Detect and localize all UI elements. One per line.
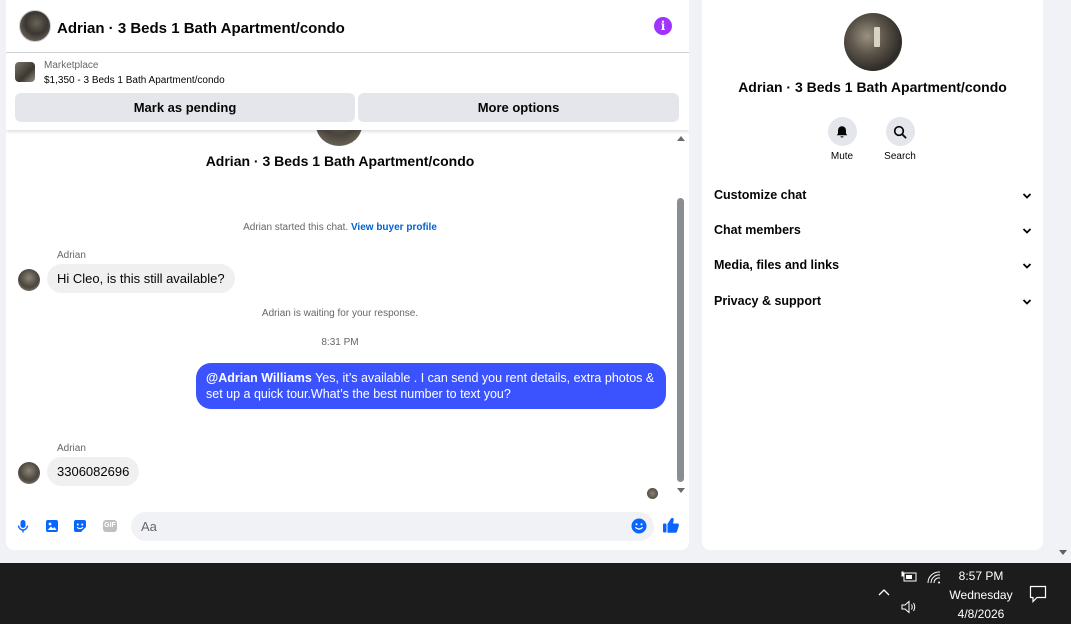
- scroll-up-arrow[interactable]: [677, 136, 685, 141]
- mark-as-pending-button[interactable]: Mark as pending: [15, 93, 355, 122]
- contact-avatar[interactable]: [19, 10, 51, 42]
- sender-name: Adrian: [57, 443, 86, 454]
- sender-avatar[interactable]: [18, 269, 40, 291]
- outgoing-message[interactable]: @Adrian Williams Yes, it’s available . I…: [196, 363, 666, 409]
- info-icon[interactable]: i: [654, 17, 672, 35]
- section-label: Chat members: [714, 223, 801, 237]
- listing-price-title[interactable]: $1,350 - 3 Beds 1 Bath Apartment/condo: [44, 75, 225, 86]
- section-label: Privacy & support: [714, 294, 821, 308]
- chat-info-panel: Adrian · 3 Beds 1 Bath Apartment/condo M…: [702, 0, 1043, 550]
- photo-icon[interactable]: [45, 519, 59, 533]
- message-timestamp: 8:31 PM: [321, 337, 359, 348]
- volume-icon[interactable]: [901, 600, 917, 614]
- chevron-down-icon: [1022, 299, 1032, 305]
- search-button-circle[interactable]: [885, 117, 915, 146]
- taskbar: 8:57 PM Wednesday 4/8/2026: [0, 563, 1071, 624]
- message-list: Adrian · 3 Beds 1 Bath Apartment/condo A…: [6, 130, 689, 502]
- chat-title[interactable]: Adrian · 3 Beds 1 Bath Apartment/condo: [57, 20, 345, 37]
- chevron-down-icon: [1022, 263, 1032, 269]
- waiting-notice: Adrian is waiting for your response.: [261, 308, 419, 319]
- chevron-down-icon: [1022, 193, 1032, 199]
- section-privacy-support[interactable]: Privacy & support: [714, 291, 1032, 315]
- info-avatar[interactable]: [844, 13, 902, 71]
- clock-time: 8:57 PM: [958, 569, 1004, 583]
- sender-avatar[interactable]: [18, 462, 40, 484]
- battery-icon[interactable]: [901, 571, 917, 583]
- chat-started-notice: Adrian started this chat. View buyer pro…: [6, 222, 674, 233]
- listing-thumbnail[interactable]: [15, 62, 35, 82]
- incoming-message[interactable]: Hi Cleo, is this still available?: [47, 264, 235, 293]
- clock-date: 4/8/2026: [957, 607, 1005, 621]
- section-chat-members[interactable]: Chat members: [714, 220, 1032, 244]
- chevron-down-icon: [1022, 228, 1032, 234]
- chat-panel: Adrian · 3 Beds 1 Bath Apartment/condo i…: [6, 0, 689, 550]
- conversation-title: Adrian · 3 Beds 1 Bath Apartment/condo: [205, 153, 475, 169]
- mic-icon[interactable]: [16, 519, 30, 533]
- emoji-icon[interactable]: [631, 518, 647, 534]
- gif-icon[interactable]: GIF: [103, 520, 117, 532]
- mute-button-circle[interactable]: [827, 117, 857, 146]
- mute-label: Mute: [830, 151, 854, 162]
- section-label: Media, files and links: [714, 258, 840, 272]
- mention-tag[interactable]: @Adrian Williams: [206, 371, 312, 385]
- clock-day: Wednesday: [949, 588, 1013, 602]
- sticker-icon[interactable]: [73, 519, 87, 533]
- composer: GIF: [6, 504, 689, 548]
- show-hidden-icons-icon[interactable]: [877, 587, 891, 597]
- message-input[interactable]: [131, 512, 654, 541]
- search-icon: [893, 125, 907, 139]
- chat-started-text: Adrian started this chat.: [243, 222, 349, 233]
- messages-scrollbar[interactable]: [675, 134, 687, 496]
- more-options-button[interactable]: More options: [358, 93, 679, 122]
- listing-bar: Marketplace $1,350 - 3 Beds 1 Bath Apart…: [6, 54, 689, 130]
- sender-name: Adrian: [57, 250, 86, 261]
- search-button[interactable]: Search: [875, 117, 925, 162]
- taskbar-clock[interactable]: 8:57 PM Wednesday 4/8/2026: [944, 567, 1018, 624]
- conversation-avatar: [316, 130, 362, 146]
- marketplace-label: Marketplace: [44, 60, 99, 71]
- search-label: Search: [884, 151, 916, 162]
- incoming-message[interactable]: 3306082696: [47, 457, 140, 486]
- info-title: Adrian · 3 Beds 1 Bath Apartment/condo: [738, 79, 1007, 95]
- scroll-thumb[interactable]: [677, 198, 684, 482]
- chat-header: Adrian · 3 Beds 1 Bath Apartment/condo i: [6, 0, 689, 53]
- read-receipt-avatar: [647, 488, 658, 499]
- section-customize-chat[interactable]: Customize chat: [714, 185, 1032, 209]
- bell-icon: [836, 125, 848, 138]
- like-icon[interactable]: [662, 516, 680, 534]
- mute-button[interactable]: Mute: [817, 117, 867, 162]
- notification-icon[interactable]: [1029, 585, 1047, 603]
- section-media-files-links[interactable]: Media, files and links: [714, 255, 1032, 279]
- section-label: Customize chat: [714, 188, 807, 202]
- view-buyer-profile-link[interactable]: View buyer profile: [351, 222, 437, 233]
- wifi-icon[interactable]: [927, 571, 941, 584]
- scroll-down-arrow[interactable]: [677, 488, 685, 493]
- page-scroll-down-arrow[interactable]: [1059, 550, 1067, 555]
